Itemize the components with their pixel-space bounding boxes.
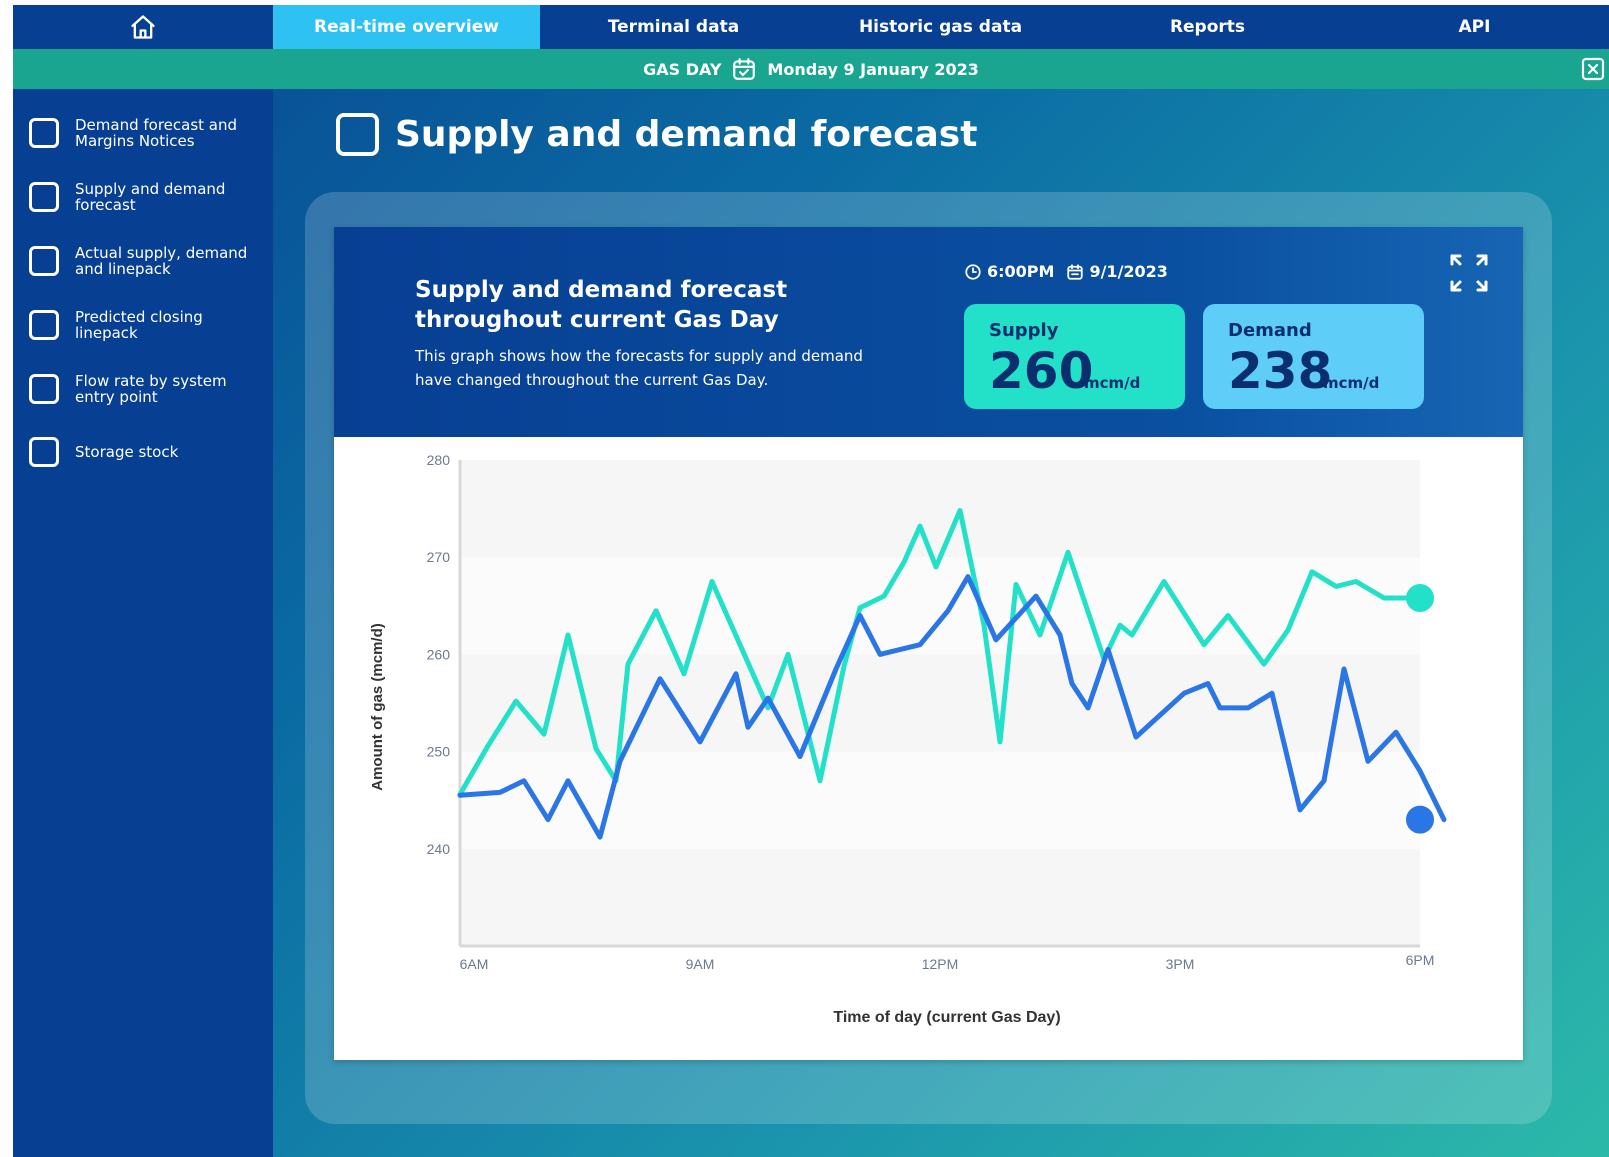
demand-end-point[interactable] [1406, 805, 1434, 834]
sidebar-item-label: Predicted closing linepack [75, 308, 203, 342]
sidebar-item-flow-rate-entry-point[interactable]: Flow rate by system entry point [29, 373, 269, 405]
demand-kpi-unit: mcm/d [1323, 374, 1380, 392]
clock-icon [965, 263, 981, 280]
x-tick-label: 12PM [922, 956, 959, 972]
timestamp-date: 9/1/2023 [1089, 262, 1168, 281]
tab-reports[interactable]: Reports [1074, 5, 1341, 49]
grid-band [460, 848, 1420, 946]
checkbox[interactable] [29, 118, 59, 148]
tab-historic-gas-data[interactable]: Historic gas data [807, 5, 1074, 49]
sidebar-item-label: Flow rate by system entry point [75, 372, 227, 406]
page-title: Supply and demand forecast [395, 114, 978, 155]
close-icon[interactable] [1581, 57, 1605, 81]
timestamp: 6:00PM 9/1/2023 [964, 262, 1168, 281]
grid-band [460, 460, 1420, 558]
y-tick-label: 250 [427, 744, 451, 760]
sidebar-item-label: Storage stock [75, 443, 179, 461]
app-window: Real-time overview Terminal data Histori… [13, 5, 1609, 1157]
y-axis-label: Amount of gas (mcm/d) [369, 623, 386, 791]
tab-api[interactable]: API [1341, 5, 1608, 49]
sidebar-item-predicted-closing-linepack[interactable]: Predicted closing linepack [29, 309, 269, 341]
x-axis-ticks: 6AM 9AM 12PM 3PM 6PM [460, 952, 1435, 972]
y-tick-label: 240 [427, 841, 451, 857]
checkbox[interactable] [29, 246, 59, 276]
calendar-check-icon[interactable] [731, 56, 757, 82]
gas-day-label: GAS DAY [643, 59, 722, 79]
sidebar-item-supply-demand-forecast[interactable]: Supply and demand forecast [29, 181, 269, 213]
supply-kpi-label: Supply [989, 320, 1059, 341]
x-tick-label: 3PM [1166, 956, 1195, 972]
page-header: Supply and demand forecast [336, 113, 977, 156]
page-title-checkbox[interactable] [336, 113, 379, 156]
sidebar-item-demand-forecast-margins-notices[interactable]: Demand forecast and Margins Notices [29, 117, 269, 149]
sidebar-item-storage-stock[interactable]: Storage stock [29, 437, 269, 467]
demand-kpi-card[interactable]: Demand 238 mcm/d [1203, 304, 1424, 409]
calendar-icon [1067, 263, 1084, 280]
y-tick-label: 260 [427, 646, 451, 662]
sidebar: Demand forecast and Margins Notices Supp… [13, 89, 273, 1157]
checkbox[interactable] [29, 182, 59, 212]
sidebar-item-label: Actual supply, demand and linepack [75, 244, 248, 278]
x-tick-label: 6AM [460, 956, 489, 972]
home-icon [131, 15, 155, 39]
line-chart: 240 250 260 270 280 6AM 9AM 12PM 3PM 6PM Amount … [369, 452, 1447, 1026]
y-tick-label: 270 [427, 549, 451, 565]
tab-real-time-overview[interactable]: Real-time overview [273, 5, 540, 49]
grid-band [460, 557, 1420, 655]
x-tick-label: 9AM [686, 956, 715, 972]
nav-home-button[interactable] [13, 5, 273, 49]
checkbox[interactable] [29, 374, 59, 404]
expand-icon[interactable] [1448, 252, 1490, 294]
demand-kpi-value: 238 [1228, 342, 1333, 400]
gas-day-date: Monday 9 January 2023 [767, 59, 979, 79]
timestamp-time: 6:00PM [987, 262, 1055, 281]
checkbox[interactable] [29, 310, 59, 340]
sidebar-item-label: Demand forecast and Margins Notices [75, 116, 238, 150]
tab-terminal-data[interactable]: Terminal data [540, 5, 807, 49]
chart-card-header: Supply and demand forecast throughout cu… [334, 227, 1523, 437]
checkbox[interactable] [29, 437, 59, 467]
top-navigation: Real-time overview Terminal data Histori… [13, 5, 1609, 49]
supply-kpi-unit: mcm/d [1084, 374, 1141, 392]
chart-description: This graph shows how the forecasts for s… [415, 347, 863, 389]
gas-day-bar: GAS DAY Monday 9 January 2023 [13, 49, 1609, 89]
sidebar-item-label: Supply and demand forecast [75, 180, 226, 214]
supply-kpi-card[interactable]: Supply 260 mcm/d [964, 304, 1185, 409]
supply-end-point[interactable] [1406, 584, 1434, 613]
chart-card: Supply and demand forecast throughout cu… [334, 227, 1523, 1060]
y-axis-ticks: 240 250 260 270 280 [427, 452, 451, 857]
sidebar-item-actual-supply-demand-linepack[interactable]: Actual supply, demand and linepack [29, 245, 269, 277]
x-tick-label: 6PM [1406, 952, 1435, 968]
supply-kpi-value: 260 [989, 342, 1094, 400]
y-tick-label: 280 [427, 452, 451, 468]
demand-kpi-label: Demand [1228, 320, 1312, 341]
x-axis-label: Time of day (current Gas Day) [833, 1009, 1060, 1026]
chart-title: Supply and demand forecast throughout cu… [415, 277, 788, 333]
